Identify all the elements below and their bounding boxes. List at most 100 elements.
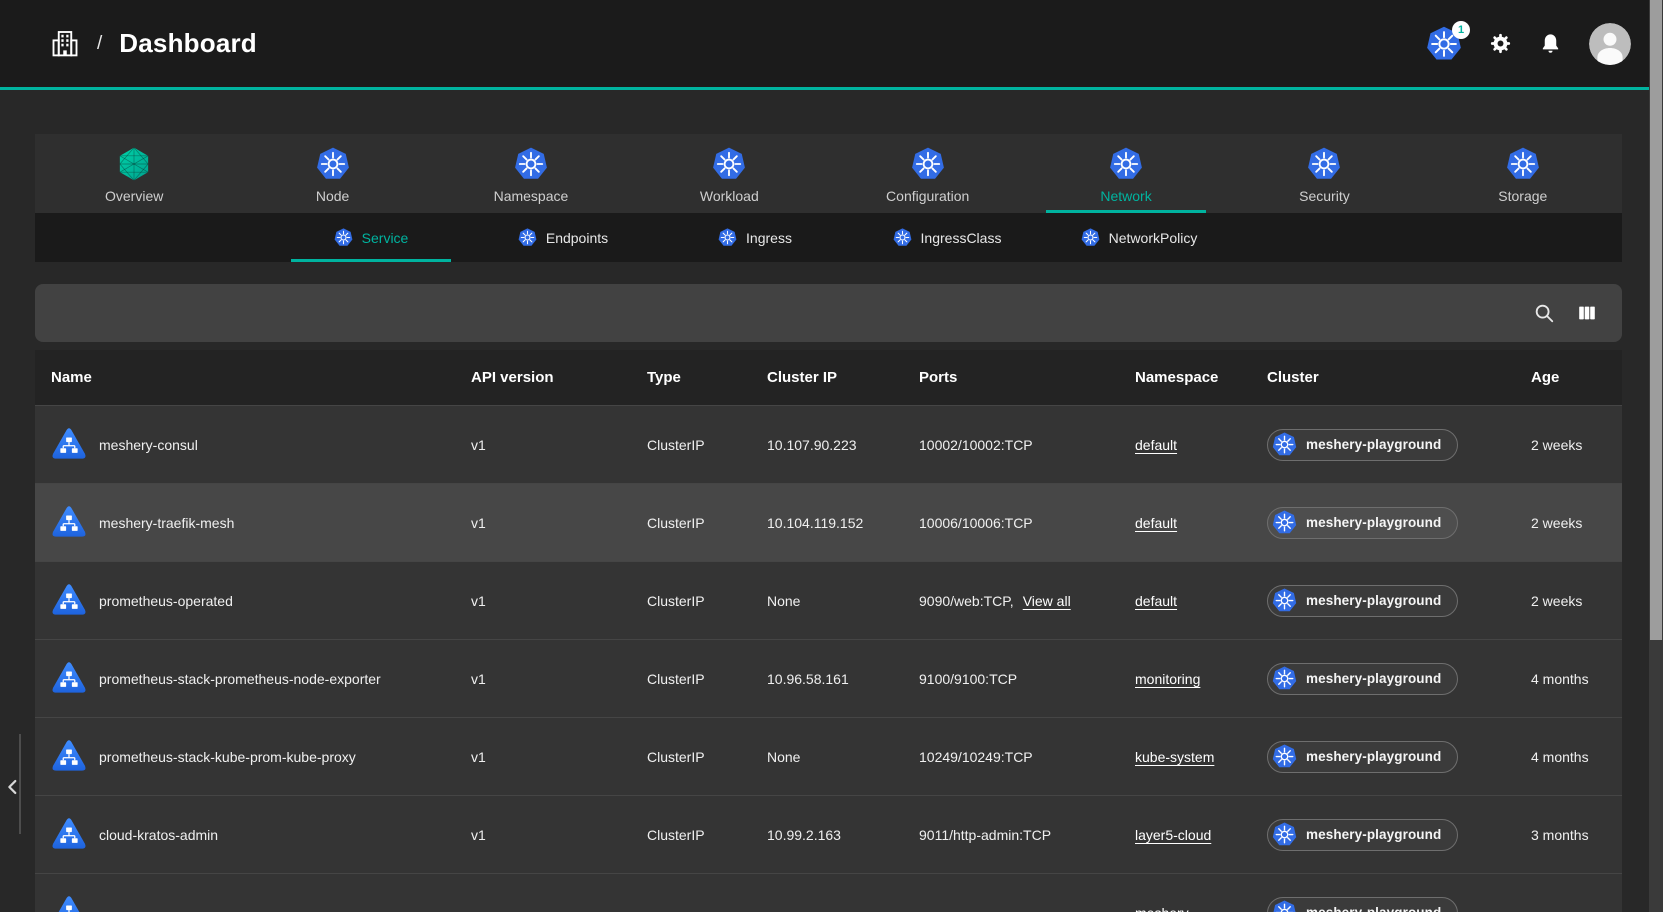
api-version: v1 bbox=[471, 437, 647, 453]
table-row[interactable]: meshery meshery-playground bbox=[35, 873, 1622, 912]
ports: 10006/10006:TCP bbox=[919, 515, 1033, 531]
service-icon bbox=[51, 503, 87, 543]
subtab-ingress[interactable]: Ingress bbox=[659, 213, 851, 262]
selected-subtab-indicator bbox=[291, 259, 451, 262]
subtab-service[interactable]: Service bbox=[275, 213, 467, 262]
table-row[interactable]: cloud-kratos-admin v1 ClusterIP 10.99.2.… bbox=[35, 795, 1622, 873]
subtab-ingressclass[interactable]: IngressClass bbox=[851, 213, 1043, 262]
kubernetes-icon bbox=[1272, 666, 1297, 691]
namespace-link[interactable]: default bbox=[1135, 515, 1177, 531]
namespace-link[interactable]: meshery bbox=[1135, 905, 1189, 912]
namespace-link[interactable]: kube-system bbox=[1135, 749, 1214, 765]
col-header-name: Name bbox=[51, 369, 471, 386]
tab-namespace[interactable]: Namespace bbox=[432, 134, 630, 213]
service-name: cloud-kratos-admin bbox=[99, 827, 218, 843]
tab-configuration[interactable]: Configuration bbox=[829, 134, 1027, 213]
col-header-ports: Ports bbox=[919, 369, 1135, 386]
tab-storage[interactable]: Storage bbox=[1424, 134, 1622, 213]
table-toolbar bbox=[35, 284, 1622, 342]
table-row[interactable]: meshery-traefik-mesh v1 ClusterIP 10.104… bbox=[35, 483, 1622, 561]
cluster-ip: 10.104.119.152 bbox=[767, 515, 919, 531]
kubernetes-icon bbox=[1506, 147, 1540, 181]
service-icon bbox=[51, 659, 87, 699]
kubernetes-icon bbox=[1081, 228, 1100, 247]
table-row[interactable]: prometheus-operated v1 ClusterIP None 90… bbox=[35, 561, 1622, 639]
table-row[interactable]: prometheus-stack-kube-prom-kube-proxy v1… bbox=[35, 717, 1622, 795]
table-row[interactable]: prometheus-stack-prometheus-node-exporte… bbox=[35, 639, 1622, 717]
col-header-age: Age bbox=[1531, 369, 1606, 386]
service-icon bbox=[51, 425, 87, 465]
view-all-ports-link[interactable]: View all bbox=[1023, 593, 1071, 609]
tab-overview[interactable]: Overview bbox=[35, 134, 233, 213]
user-avatar[interactable] bbox=[1589, 23, 1631, 65]
bell-icon[interactable] bbox=[1539, 32, 1562, 55]
page-title: Dashboard bbox=[119, 28, 257, 59]
age: 4 months bbox=[1531, 671, 1606, 687]
ports: 10249/10249:TCP bbox=[919, 749, 1033, 765]
view-columns-icon[interactable] bbox=[1576, 302, 1598, 324]
cluster-chip[interactable]: meshery-playground bbox=[1267, 507, 1458, 539]
main-content: Overview Node Namespace Workload Configu… bbox=[35, 134, 1622, 912]
service-icon bbox=[51, 815, 87, 855]
gear-icon[interactable] bbox=[1489, 32, 1512, 55]
service-type: ClusterIP bbox=[647, 593, 767, 609]
service-icon bbox=[51, 893, 87, 912]
service-type: ClusterIP bbox=[647, 515, 767, 531]
tab-workload[interactable]: Workload bbox=[630, 134, 828, 213]
service-type: ClusterIP bbox=[647, 749, 767, 765]
age: 2 weeks bbox=[1531, 515, 1606, 531]
subtab-endpoints[interactable]: Endpoints bbox=[467, 213, 659, 262]
cluster-chip[interactable]: meshery-playground bbox=[1267, 585, 1458, 617]
tab-network[interactable]: Network bbox=[1027, 134, 1225, 213]
scrollbar-thumb[interactable] bbox=[1650, 0, 1662, 640]
api-version: v1 bbox=[471, 827, 647, 843]
tab-security[interactable]: Security bbox=[1225, 134, 1423, 213]
col-header-cluster-ip: Cluster IP bbox=[767, 369, 919, 386]
cluster-ip: 10.96.58.161 bbox=[767, 671, 919, 687]
kubernetes-icon bbox=[518, 228, 537, 247]
cluster-chip[interactable]: meshery-playground bbox=[1267, 819, 1458, 851]
vertical-scrollbar[interactable] bbox=[1649, 0, 1663, 912]
search-icon[interactable] bbox=[1533, 302, 1555, 324]
namespace-link[interactable]: default bbox=[1135, 593, 1177, 609]
ports: 9011/http-admin:TCP bbox=[919, 827, 1051, 843]
kubernetes-icon bbox=[1272, 900, 1297, 912]
service-name: prometheus-stack-kube-prom-kube-proxy bbox=[99, 749, 356, 765]
cluster-chip[interactable]: meshery-playground bbox=[1267, 429, 1458, 461]
cluster-ip: None bbox=[767, 749, 919, 765]
breadcrumb: / Dashboard bbox=[50, 27, 257, 60]
app-header: / Dashboard 1 bbox=[0, 0, 1663, 90]
kubernetes-icon bbox=[334, 228, 353, 247]
api-version: v1 bbox=[471, 515, 647, 531]
cluster-chip[interactable]: meshery-playground bbox=[1267, 741, 1458, 773]
kubernetes-context-button[interactable]: 1 bbox=[1426, 26, 1462, 62]
ports: 10002/10002:TCP bbox=[919, 437, 1033, 453]
api-version: v1 bbox=[471, 749, 647, 765]
service-icon bbox=[51, 737, 87, 777]
namespace-link[interactable]: default bbox=[1135, 437, 1177, 453]
building-icon[interactable] bbox=[50, 27, 80, 60]
context-count-badge: 1 bbox=[1452, 21, 1470, 39]
subtab-networkpolicy[interactable]: NetworkPolicy bbox=[1043, 213, 1235, 262]
age: 2 weeks bbox=[1531, 593, 1606, 609]
kubernetes-icon bbox=[1272, 432, 1297, 457]
meshery-icon bbox=[117, 147, 151, 181]
api-version: v1 bbox=[471, 671, 647, 687]
col-header-namespace: Namespace bbox=[1135, 369, 1267, 386]
service-name: meshery-traefik-mesh bbox=[99, 515, 234, 531]
table-row[interactable]: meshery-consul v1 ClusterIP 10.107.90.22… bbox=[35, 405, 1622, 483]
tab-node[interactable]: Node bbox=[233, 134, 431, 213]
collapse-drawer-chevron-icon[interactable] bbox=[2, 772, 24, 802]
cluster-chip[interactable]: meshery-playground bbox=[1267, 897, 1458, 912]
cluster-ip: 10.107.90.223 bbox=[767, 437, 919, 453]
cluster-chip[interactable]: meshery-playground bbox=[1267, 663, 1458, 695]
age: 3 months bbox=[1531, 827, 1606, 843]
col-header-api-version: API version bbox=[471, 369, 647, 386]
kubernetes-icon bbox=[1272, 744, 1297, 769]
service-name: meshery-consul bbox=[99, 437, 198, 453]
namespace-link[interactable]: monitoring bbox=[1135, 671, 1200, 687]
service-type: ClusterIP bbox=[647, 437, 767, 453]
namespace-link[interactable]: layer5-cloud bbox=[1135, 827, 1211, 843]
service-name: prometheus-stack-prometheus-node-exporte… bbox=[99, 671, 381, 687]
cluster-ip: 10.99.2.163 bbox=[767, 827, 919, 843]
